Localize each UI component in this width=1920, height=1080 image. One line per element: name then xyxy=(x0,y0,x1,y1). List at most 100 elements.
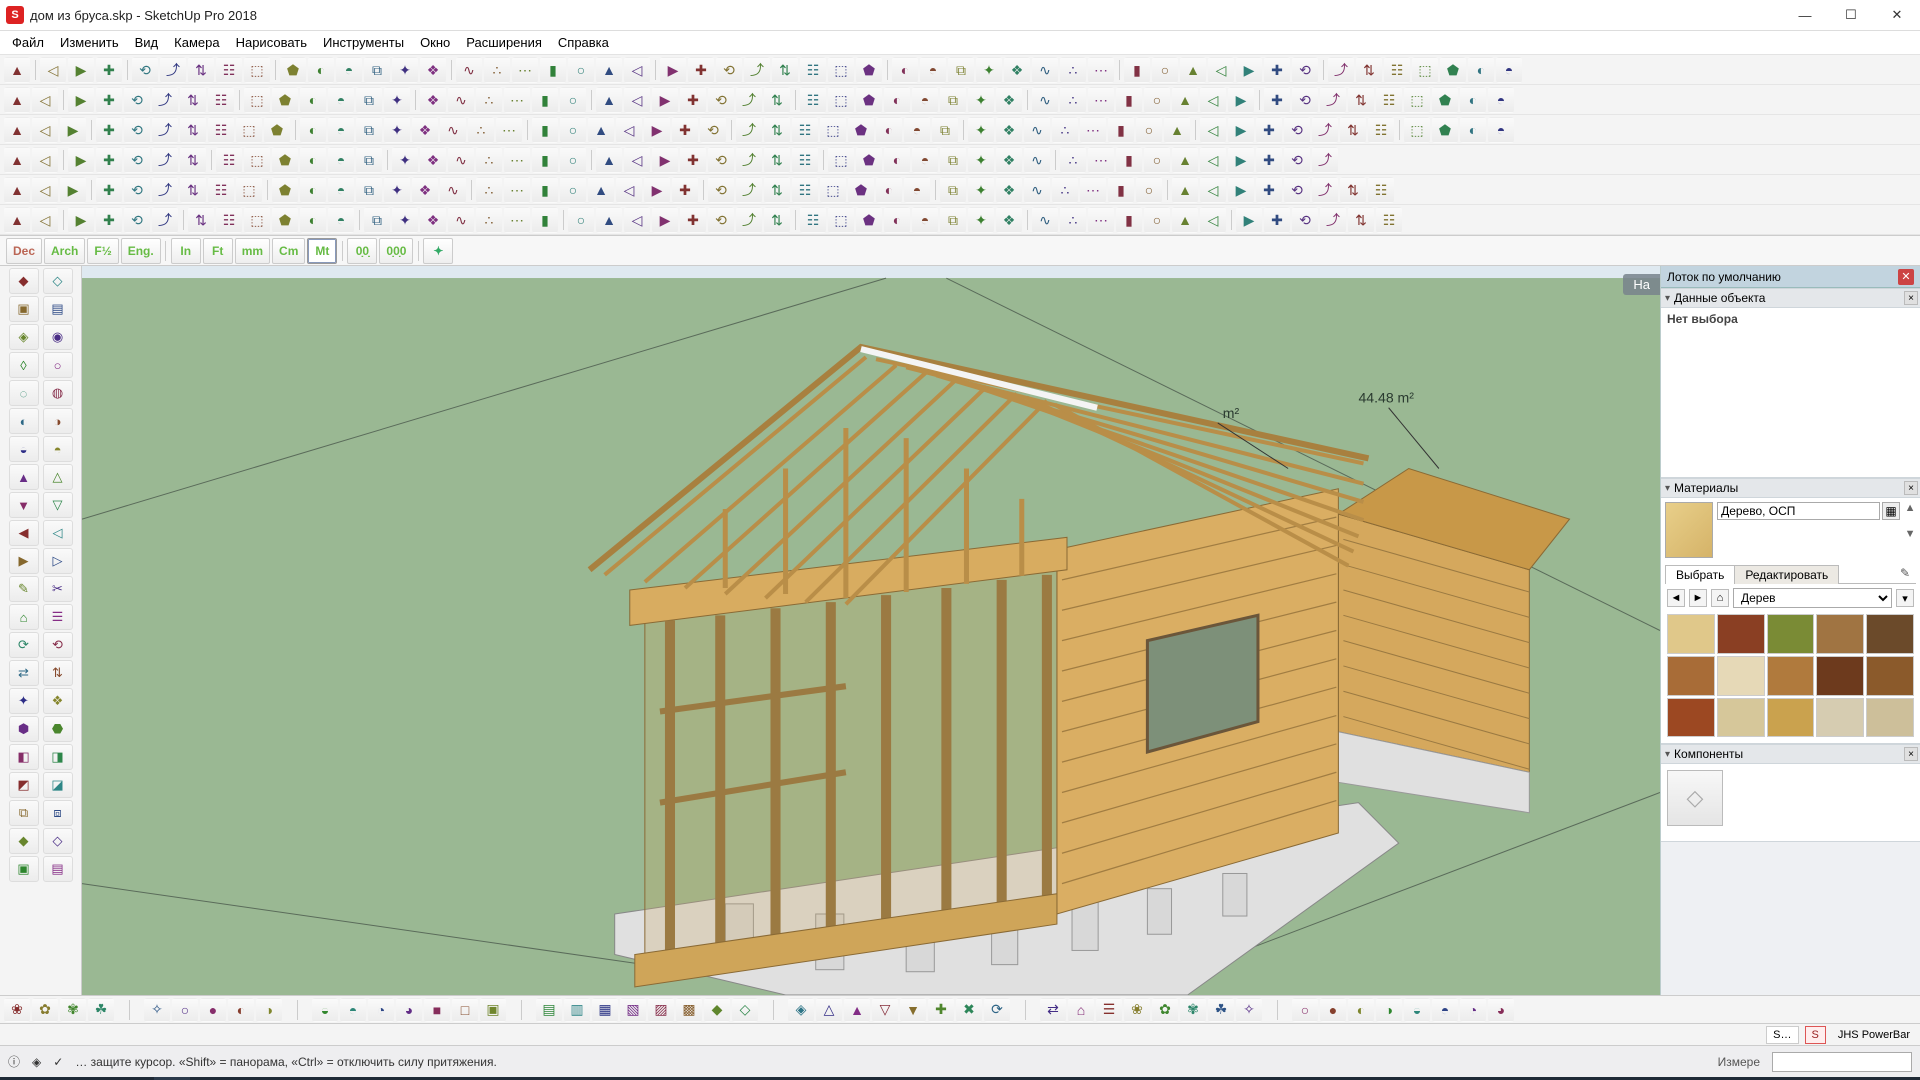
tool-button[interactable]: ∴ xyxy=(1052,177,1078,203)
tool-button[interactable]: ◓ xyxy=(904,117,930,143)
bottom-tool-button[interactable]: ▥ xyxy=(564,998,590,1022)
tool-button[interactable]: ◐ xyxy=(1460,87,1486,113)
tool-button[interactable]: ✚ xyxy=(672,177,698,203)
tool-button[interactable]: ⬟ xyxy=(856,207,882,233)
scene-tab[interactable]: На xyxy=(1623,274,1660,295)
tool-button[interactable]: ☷ xyxy=(1368,177,1394,203)
left-tool-button[interactable]: ◁ xyxy=(43,520,73,546)
tool-button[interactable]: ⋯ xyxy=(1088,147,1114,173)
material-swatch[interactable] xyxy=(1717,656,1765,696)
tool-button[interactable]: ⟲ xyxy=(124,87,150,113)
tool-button[interactable]: ❖ xyxy=(996,147,1022,173)
tool-button[interactable]: ✚ xyxy=(1264,87,1290,113)
tool-button[interactable]: ⤴ xyxy=(152,117,178,143)
tool-button[interactable]: ⟲ xyxy=(132,57,158,83)
create-material-button[interactable]: ▦ xyxy=(1882,502,1900,520)
tool-button[interactable]: ⬚ xyxy=(1404,117,1430,143)
tool-button[interactable]: ☷ xyxy=(216,147,242,173)
material-swatch[interactable] xyxy=(1816,698,1864,738)
menu-extensions[interactable]: Расширения xyxy=(458,33,550,52)
bottom-tool-button[interactable]: ▧ xyxy=(620,998,646,1022)
tool-button[interactable]: ⤴ xyxy=(1312,147,1338,173)
bottom-tool-button[interactable]: ▣ xyxy=(480,998,506,1022)
tool-button[interactable]: ∴ xyxy=(468,117,494,143)
left-tool-button[interactable]: ☰ xyxy=(43,604,73,630)
tool-button[interactable]: ✦ xyxy=(976,57,1002,83)
tool-button[interactable]: ◁ xyxy=(40,57,66,83)
tool-button[interactable]: ◓ xyxy=(920,57,946,83)
tool-button[interactable]: ▲ xyxy=(4,207,30,233)
tool-button[interactable]: ❖ xyxy=(996,87,1022,113)
bottom-tool-button[interactable]: ■ xyxy=(424,998,450,1022)
tool-button[interactable]: ○ xyxy=(560,147,586,173)
tool-button[interactable]: ▲ xyxy=(596,147,622,173)
tool-button[interactable]: ▶ xyxy=(652,207,678,233)
bottom-tool-button[interactable]: ▽ xyxy=(872,998,898,1022)
tool-button[interactable]: ▲ xyxy=(4,147,30,173)
entity-info-close-icon[interactable]: × xyxy=(1904,291,1918,305)
unit-ft[interactable]: Ft xyxy=(203,238,233,264)
tool-button[interactable]: ✦ xyxy=(968,207,994,233)
tool-button[interactable]: ⟲ xyxy=(1284,147,1310,173)
tool-button[interactable]: ⧉ xyxy=(356,147,382,173)
tool-button[interactable]: ◓ xyxy=(328,87,354,113)
tool-button[interactable]: ◁ xyxy=(616,177,642,203)
tool-button[interactable]: ⇅ xyxy=(180,177,206,203)
tool-button[interactable]: ⤴ xyxy=(152,177,178,203)
bottom-tool-button[interactable]: ◔ xyxy=(1460,998,1486,1022)
left-tool-button[interactable]: ▣ xyxy=(9,856,39,882)
tool-button[interactable]: ∿ xyxy=(1024,117,1050,143)
mat-menu-button[interactable]: ▾ xyxy=(1896,589,1914,607)
material-swatch[interactable] xyxy=(1667,656,1715,696)
tool-button[interactable]: ▶ xyxy=(1236,57,1262,83)
left-tool-button[interactable]: ○ xyxy=(43,352,73,378)
bottom-tool-button[interactable]: ◐ xyxy=(1348,998,1374,1022)
bottom-tool-button[interactable]: □ xyxy=(452,998,478,1022)
tool-button[interactable]: ⋯ xyxy=(512,57,538,83)
tool-button[interactable]: ▲ xyxy=(4,117,30,143)
tool-button[interactable]: ○ xyxy=(1144,207,1170,233)
material-name-input[interactable] xyxy=(1717,502,1880,520)
left-tool-button[interactable]: ◑ xyxy=(43,408,73,434)
bottom-tool-button[interactable]: ✚ xyxy=(928,998,954,1022)
material-swatch[interactable] xyxy=(1717,698,1765,738)
tool-button[interactable]: ☷ xyxy=(1384,57,1410,83)
tool-button[interactable]: ◁ xyxy=(1200,117,1226,143)
tool-button[interactable]: ◓ xyxy=(1488,117,1514,143)
tool-button[interactable]: ▮ xyxy=(532,177,558,203)
tool-button[interactable]: ⇅ xyxy=(764,147,790,173)
tool-button[interactable]: ◓ xyxy=(904,177,930,203)
tool-button[interactable]: ✚ xyxy=(1264,207,1290,233)
tool-button[interactable]: ⋯ xyxy=(504,177,530,203)
left-tool-button[interactable]: ▤ xyxy=(43,856,73,882)
tool-button[interactable]: ⧉ xyxy=(940,87,966,113)
tool-button[interactable]: ▮ xyxy=(1116,147,1142,173)
left-tool-button[interactable]: ◇ xyxy=(43,268,73,294)
tool-button[interactable]: ◁ xyxy=(616,117,642,143)
unit-eng[interactable]: Eng. xyxy=(121,238,161,264)
tool-button[interactable]: ∿ xyxy=(440,117,466,143)
tool-button[interactable]: ⟲ xyxy=(1292,207,1318,233)
tool-button[interactable]: ⇅ xyxy=(764,207,790,233)
tool-button[interactable]: ◐ xyxy=(300,147,326,173)
bottom-tool-button[interactable]: ✾ xyxy=(60,998,86,1022)
tool-button[interactable]: ⬚ xyxy=(1404,87,1430,113)
tool-button[interactable]: ⤴ xyxy=(744,57,770,83)
tool-button[interactable]: ⬚ xyxy=(820,177,846,203)
tool-button[interactable]: ⇅ xyxy=(764,177,790,203)
bottom-tool-button[interactable]: △ xyxy=(816,998,842,1022)
bottom-tool-button[interactable]: ⌂ xyxy=(1068,998,1094,1022)
tool-button[interactable]: ∿ xyxy=(448,87,474,113)
tool-button[interactable]: ▶ xyxy=(68,87,94,113)
tool-button[interactable]: ◁ xyxy=(32,117,58,143)
left-tool-button[interactable]: ✦ xyxy=(9,688,39,714)
tool-button[interactable]: ☷ xyxy=(792,177,818,203)
tool-button[interactable]: ✚ xyxy=(96,207,122,233)
material-down-icon[interactable]: ▼ xyxy=(1905,528,1916,540)
tool-button[interactable]: ⬚ xyxy=(236,117,262,143)
left-tool-button[interactable]: ◆ xyxy=(9,828,39,854)
left-tool-button[interactable]: ▤ xyxy=(43,296,73,322)
left-tool-button[interactable]: △ xyxy=(43,464,73,490)
tool-button[interactable]: ⬚ xyxy=(244,207,270,233)
left-tool-button[interactable]: ◈ xyxy=(9,324,39,350)
